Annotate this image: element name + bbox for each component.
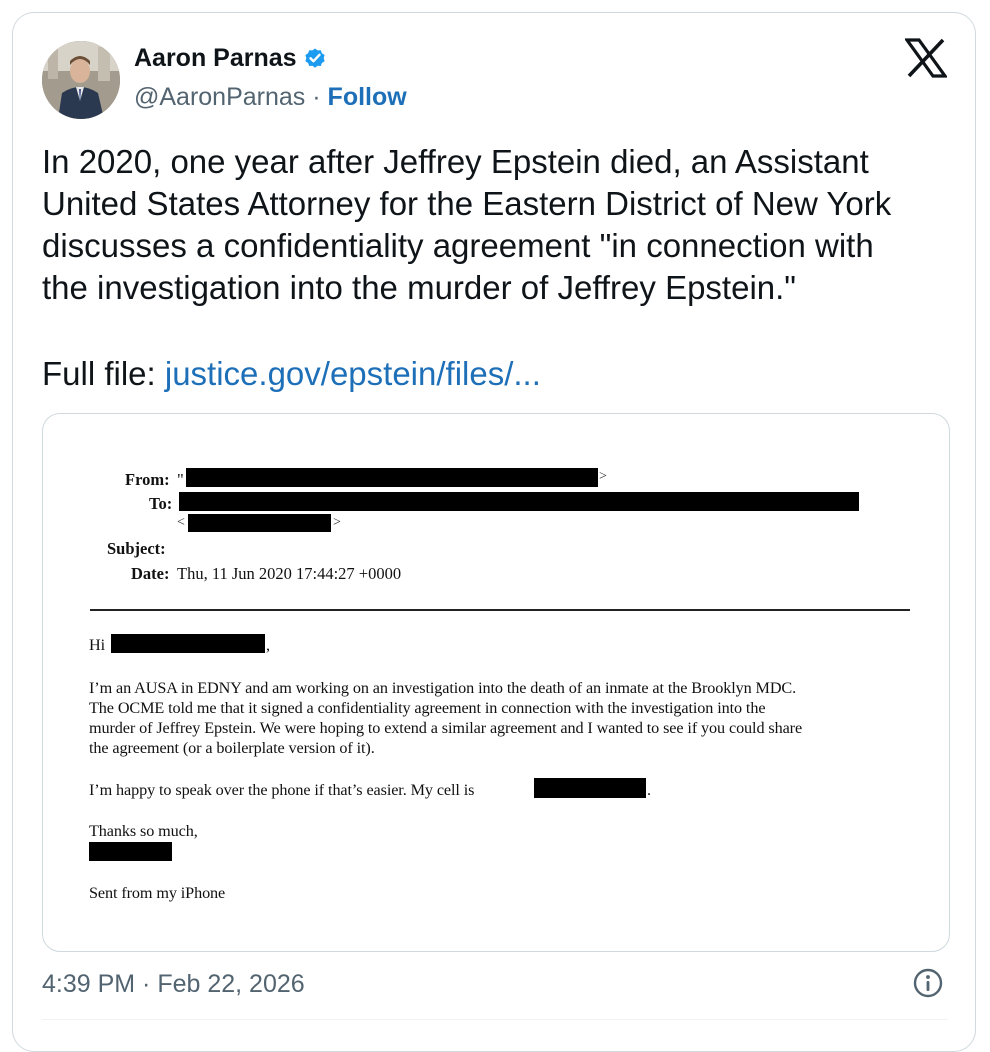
subject-label: Subject:: [107, 539, 166, 558]
redaction-block: [188, 514, 331, 532]
body-line: murder of Jeffrey Epstein. We were hopin…: [89, 719, 803, 737]
greeting-comma: ,: [266, 636, 270, 654]
email-document: From: " > To: < > Subject: Date: Thu, 11…: [43, 414, 949, 951]
info-icon[interactable]: [912, 967, 944, 999]
from-label: From:: [125, 470, 170, 489]
tweet-line: discusses a confidentiality agreement "i…: [42, 227, 874, 264]
redaction-block: [179, 492, 859, 511]
from-quote: ": [177, 470, 184, 489]
follow-button[interactable]: Follow: [328, 83, 407, 111]
date-value: Thu, 11 Jun 2020 17:44:27 +0000: [177, 564, 402, 583]
sent-from: Sent from my iPhone: [89, 884, 226, 902]
author-handle[interactable]: @AaronParnas: [134, 83, 305, 111]
tweet-line: In 2020, one year after Jeffrey Epstein …: [42, 143, 869, 180]
handle-separator: ·: [312, 83, 321, 111]
date-label: Date:: [131, 564, 170, 583]
greeting: Hi: [89, 636, 105, 654]
tweet-text: In 2020, one year after Jeffrey Epstein …: [42, 141, 952, 309]
angle-bracket: >: [599, 469, 607, 484]
handle-row: @AaronParnas · Follow: [134, 81, 407, 113]
redaction-block: [534, 778, 646, 798]
author-name-row[interactable]: Aaron Parnas: [134, 42, 327, 74]
verified-badge-icon: [304, 48, 325, 68]
full-file-label: Full file:: [42, 355, 156, 392]
header-divider: [90, 609, 910, 611]
period: .: [647, 781, 651, 799]
to-label: To:: [149, 494, 173, 513]
tweet-timestamp[interactable]: 4:39 PM · Feb 22, 2026: [42, 968, 305, 1000]
redaction-block: [89, 842, 172, 861]
tweet-line: United States Attorney for the Eastern D…: [42, 185, 892, 222]
author-name[interactable]: Aaron Parnas: [134, 44, 297, 72]
document-image[interactable]: From: " > To: < > Subject: Date: Thu, 11…: [42, 413, 950, 952]
profile-photo-icon: [42, 41, 120, 119]
x-logo-icon[interactable]: [905, 38, 947, 78]
redaction-block: [111, 634, 265, 653]
tweet-line: the investigation into the murder of Jef…: [42, 269, 797, 306]
file-link[interactable]: justice.gov/epstein/files/...: [165, 355, 541, 392]
redaction-block: [186, 468, 598, 487]
angle-bracket: >: [333, 515, 341, 530]
body-line: I’m an AUSA in EDNY and am working on an…: [89, 679, 797, 697]
full-file-row: Full file: justice.gov/epstein/files/...: [42, 353, 541, 395]
signoff: Thanks so much,: [89, 822, 198, 840]
body-line: the agreement (or a boilerplate version …: [89, 739, 375, 757]
body-line: The OCME told me that it signed a confid…: [89, 699, 766, 717]
body-line: I’m happy to speak over the phone if tha…: [89, 781, 475, 799]
angle-bracket: <: [177, 515, 185, 530]
author-avatar[interactable]: [42, 41, 120, 119]
footer-divider: [42, 1019, 948, 1020]
